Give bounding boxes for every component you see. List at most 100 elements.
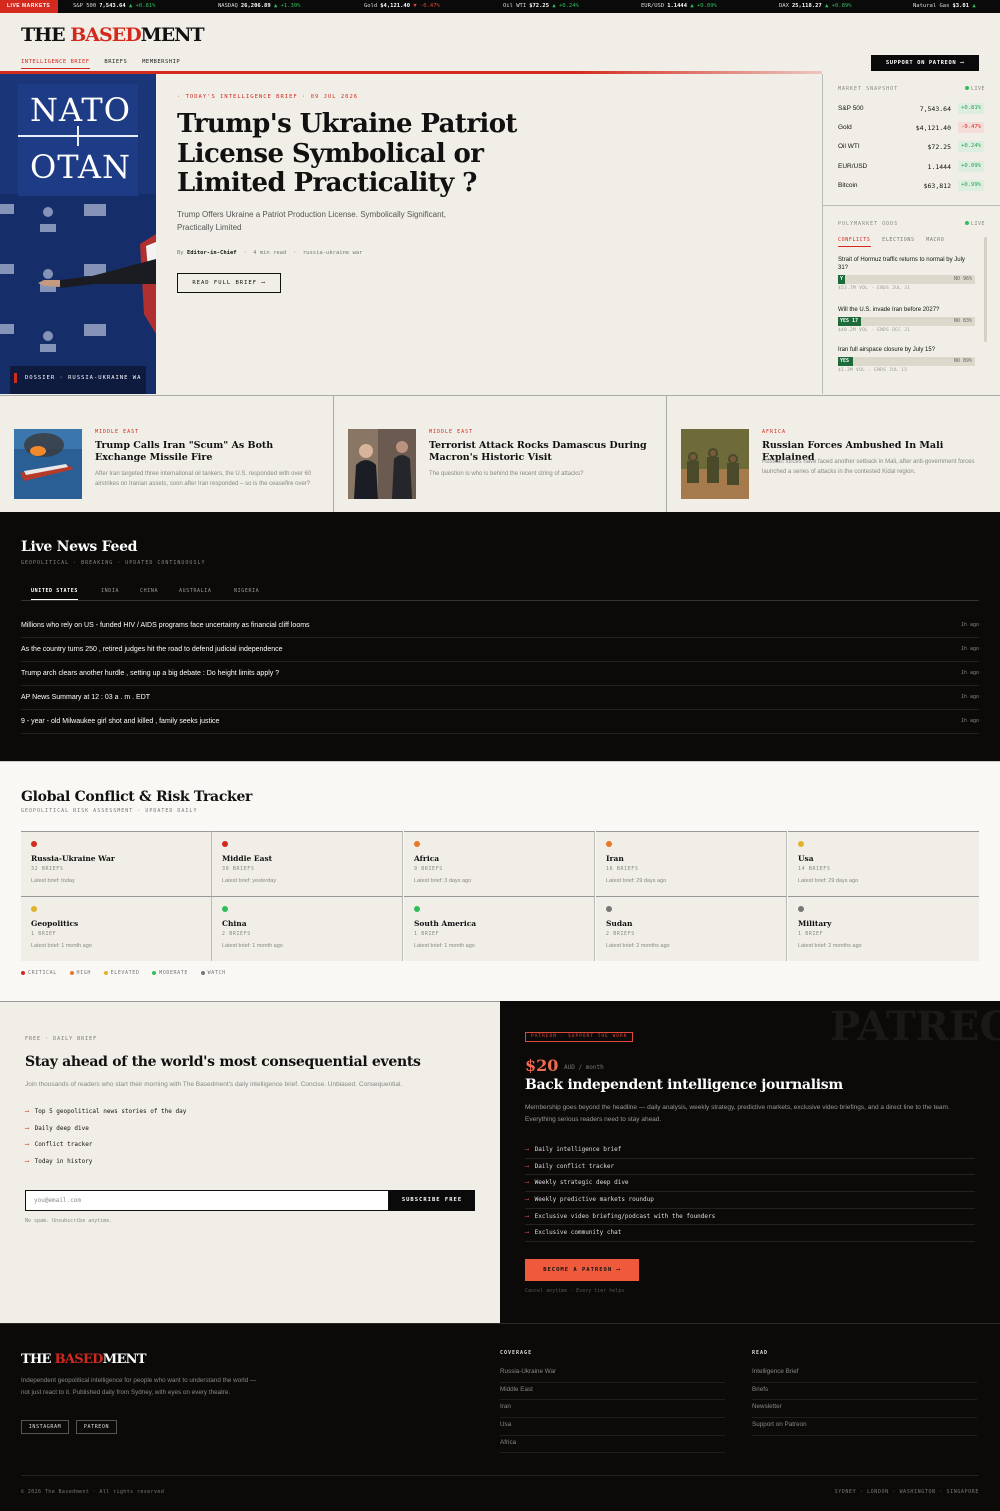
polymarket-scrollbar[interactable]	[984, 237, 987, 342]
footer-link[interactable]: Briefs	[752, 1383, 977, 1401]
benefit-item: ⟶ Daily conflict tracker	[525, 1159, 975, 1176]
risk-tracker: Global Conflict & Risk Tracker GEOPOLITI…	[0, 761, 1000, 1001]
benefit-item: ⟶ Daily deep dive	[25, 1124, 89, 1132]
region-card[interactable]: South America 1 BRIEF Latest brief: 1 mont…	[404, 896, 595, 961]
risk-dot	[798, 841, 804, 847]
feed-item[interactable]: As the country turns 250 , retired judge…	[21, 638, 979, 662]
hero-title[interactable]: Trump's Ukraine Patriot License Symbolic…	[177, 109, 517, 199]
polymarket-item[interactable]: Strait of Hormuz traffic returns to norm…	[838, 256, 975, 291]
story-desc: Russian forces have faced another setbac…	[762, 459, 975, 475]
feed-item[interactable]: 9 - year - old Milwaukee girl shot and k…	[21, 710, 979, 734]
region-card[interactable]: Africa 9 BRIEFS Latest brief: 3 days ago	[404, 831, 595, 896]
feed-item[interactable]: Trump arch clears another hurdle , setti…	[21, 662, 979, 686]
nav-briefs[interactable]: BRIEFS	[104, 59, 127, 65]
feed-item[interactable]: AP News Summary at 12 : 03 a . m . EDT 1h…	[21, 686, 979, 710]
benefit-item: ⟶ Weekly strategic deep dive	[525, 1175, 975, 1193]
story-card[interactable]: MIDDLE EAST Trump Calls Iran "Scum" As B…	[0, 396, 334, 513]
support-patreon-button[interactable]: SUPPORT ON PATREON ⟶	[871, 55, 979, 71]
region-card[interactable]: Sudan 2 BRIEFS Latest brief: 2 months ago	[596, 896, 787, 961]
footer-link[interactable]: Usa	[500, 1418, 725, 1436]
feed-headline: As the country turns 250 , retired judge…	[21, 646, 283, 653]
arrow-icon: ⟶	[525, 1179, 529, 1187]
footer-link[interactable]: Middle East	[500, 1383, 725, 1401]
footer-link[interactable]: Africa	[500, 1436, 725, 1454]
instagram-button[interactable]: INSTAGRAM	[21, 1420, 69, 1434]
region-card[interactable]: Iran 16 BRIEFS Latest brief: 29 days ago	[596, 831, 787, 896]
site-logo[interactable]: THE BASEDMENT	[21, 24, 205, 46]
no-label: NO 96%	[953, 276, 972, 282]
region-card[interactable]: Russia-Ukraine War 32 BRIEFS Latest brief:…	[21, 831, 212, 896]
tab-conflicts[interactable]: CONFLICTS	[838, 237, 871, 247]
region-count: 9 BRIEFS	[414, 866, 443, 872]
region-name: China	[222, 919, 247, 928]
footer-read: READ Intelligence Brief Briefs Newslette…	[752, 1350, 977, 1436]
market-row: Bitcoin $63,812 +0.99%	[838, 180, 984, 192]
polymarket-item[interactable]: Will the U.S. invade Iran before 2027? Y…	[838, 306, 975, 333]
patreon-badge: PATREON · SUPPORT THE WORK	[525, 1032, 634, 1042]
region-card[interactable]: Usa 14 BRIEFS Latest brief: 29 days ago	[788, 831, 979, 896]
email-input[interactable]: you@email.com	[25, 1190, 389, 1211]
footer-link[interactable]: Newsletter	[752, 1400, 977, 1419]
nav-intelligence-brief[interactable]: INTELLIGENCE BRIEF	[21, 59, 90, 69]
meta-by: By	[177, 250, 184, 256]
arrow-icon: ⟶	[525, 1196, 529, 1204]
ticker-item: NASDAQ 26,206.89 ▲ +1.30%	[218, 3, 301, 9]
region-count: 1 BRIEF	[31, 931, 57, 937]
region-card[interactable]: Middle East 30 BRIEFS Latest brief: yester…	[212, 831, 403, 896]
region-latest: Latest brief: 29 days ago	[798, 878, 859, 884]
legend-item: ELEVATED	[103, 970, 140, 976]
footer-link[interactable]: Iran	[500, 1400, 725, 1419]
region-card[interactable]: China 2 BRIEFS Latest brief: 1 month ago	[212, 896, 403, 961]
polymarket-item[interactable]: Iran full airspace closure by July 15? Y…	[838, 346, 975, 373]
arrow-icon: ⟶	[525, 1212, 529, 1220]
footer-link[interactable]: Support on Patreon	[752, 1418, 977, 1436]
patreon-footer-button[interactable]: PATREON	[76, 1420, 117, 1434]
story-category: AFRICA	[762, 429, 787, 435]
hero-image-text-top: NATO	[30, 91, 131, 129]
region-latest: Latest brief: yesterday	[222, 878, 277, 884]
footer-logo[interactable]: THE BASEDMENT	[21, 1352, 147, 1367]
patreon-watermark: PATREON	[830, 1003, 1000, 1050]
tab-india[interactable]: INDIA	[101, 588, 119, 594]
ticker-live-label: LIVE MARKETS	[0, 0, 58, 13]
region-count: 1 BRIEF	[798, 931, 824, 937]
feed-item[interactable]: Millions who rely on US - funded HIV / A…	[21, 614, 979, 638]
footer-link[interactable]: Intelligence Brief	[752, 1365, 977, 1383]
live-news-feed: Live News Feed GEOPOLITICAL · BREAKING ·…	[0, 512, 1000, 761]
region-count: 2 BRIEFS	[606, 931, 635, 937]
odds-bar: YES 17 NO 83%	[838, 317, 975, 326]
main-nav: INTELLIGENCE BRIEF BRIEFS MEMBERSHIP	[21, 59, 191, 69]
tab-united-states[interactable]: UNITED STATES	[31, 588, 78, 600]
become-patreon-button[interactable]: BECOME A PATREON ⟶	[525, 1259, 639, 1281]
feed-headline: 9 - year - old Milwaukee girl shot and k…	[21, 718, 220, 725]
tab-china[interactable]: CHINA	[140, 588, 158, 594]
story-title[interactable]: Trump Calls Iran "Scum" As Both Exchange…	[95, 440, 320, 463]
tab-macro[interactable]: MACRO	[926, 237, 944, 243]
tab-nigeria[interactable]: NIGERIA	[234, 588, 259, 594]
region-name: Middle East	[222, 854, 273, 863]
region-card[interactable]: Geopolitics 1 BRIEF Latest brief: 1 month …	[21, 896, 212, 961]
footer-link[interactable]: Russia-Ukraine War	[500, 1365, 725, 1383]
no-label: NO 83%	[953, 318, 972, 324]
legend-item: MODERATE	[152, 970, 188, 976]
story-card[interactable]: MIDDLE EAST Terrorist Attack Rocks Damas…	[334, 396, 667, 513]
hero-meta: By Editor-in-Chief · 4 min read · russia…	[177, 250, 363, 256]
story-card[interactable]: AFRICA Russian Forces Ambushed In Mali E…	[667, 396, 1000, 513]
market-question: Strait of Hormuz traffic returns to norm…	[838, 257, 965, 271]
tab-elections[interactable]: ELECTIONS	[882, 237, 915, 243]
hero-image-caption: DOSSIER · RUSSIA-UKRAINE WA	[25, 375, 142, 381]
arrow-icon: ⟶	[525, 1162, 529, 1170]
polymarket-live-indicator: LIVE	[964, 221, 985, 227]
tab-australia[interactable]: AUSTRALIA	[179, 588, 212, 594]
region-count: 2 BRIEFS	[222, 931, 251, 937]
region-name: Sudan	[606, 919, 633, 928]
feed-age: 1h ago	[960, 646, 979, 652]
benefit-item: ⟶ Today in history	[25, 1158, 93, 1166]
arrow-icon: ⟶	[525, 1146, 529, 1153]
region-card[interactable]: Military 1 BRIEF Latest brief: 2 months ag…	[788, 896, 979, 961]
story-title[interactable]: Terrorist Attack Rocks Damascus During M…	[429, 440, 654, 463]
nav-membership[interactable]: MEMBERSHIP	[142, 59, 180, 65]
subscribe-button[interactable]: SUBSCRIBE FREE	[389, 1190, 475, 1211]
hero-image[interactable]: NATO OTAN DOSSIER · RUSSIA-UKRAINE WA	[0, 74, 156, 394]
read-full-brief-button[interactable]: READ FULL BRIEF ⟶	[177, 273, 281, 293]
